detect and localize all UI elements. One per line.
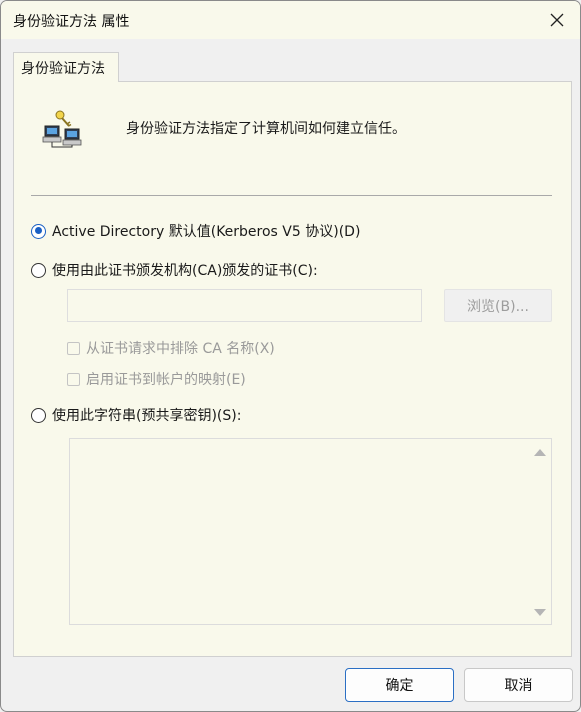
network-computers-key-icon (42, 110, 82, 148)
enable-mapping-checkbox[interactable] (67, 372, 80, 386)
close-button[interactable] (534, 1, 580, 39)
kerberos-option[interactable]: Active Directory 默认值(Kerberos V5 协议)(D) (31, 221, 360, 241)
scroll-down-arrow-icon[interactable] (534, 609, 546, 616)
kerberos-label: Active Directory 默认值(Kerberos V5 协议)(D) (52, 224, 361, 240)
scroll-up-arrow-icon[interactable] (534, 449, 546, 456)
enable-mapping-label: 启用证书到帐户的映射(E) (86, 372, 246, 388)
header-description: 身份验证方法指定了计算机间如何建立信任。 (126, 121, 406, 137)
psk-option[interactable]: 使用此字符串(预共享密钥)(S): (31, 405, 241, 425)
ok-button[interactable]: 确定 (345, 668, 454, 702)
ca-cert-radio[interactable] (31, 262, 46, 278)
cancel-button[interactable]: 取消 (464, 668, 573, 702)
ca-cert-label: 使用由此证书颁发机构(CA)颁发的证书(C): (52, 263, 318, 279)
exclude-ca-checkbox[interactable] (67, 341, 80, 355)
browse-label: 浏览(B)... (467, 298, 529, 315)
psk-textarea[interactable] (69, 438, 552, 625)
title-bar: 身份验证方法 属性 (1, 1, 580, 39)
window-title: 身份验证方法 属性 (13, 14, 130, 30)
browse-button[interactable]: 浏览(B)... (444, 289, 552, 322)
tab-authentication-method[interactable]: 身份验证方法 (13, 52, 119, 82)
separator (31, 195, 552, 196)
cancel-label: 取消 (504, 678, 533, 694)
ca-cert-input[interactable] (67, 289, 422, 322)
close-icon (550, 13, 564, 27)
ca-cert-option[interactable]: 使用由此证书颁发机构(CA)颁发的证书(C): (31, 260, 318, 280)
exclude-ca-label: 从证书请求中排除 CA 名称(X) (86, 341, 275, 357)
tab-panel: 身份验证方法指定了计算机间如何建立信任。 Active Directory 默认… (13, 81, 572, 657)
kerberos-radio[interactable] (31, 223, 46, 239)
tab-label: 身份验证方法 (21, 61, 105, 77)
properties-dialog: 身份验证方法 属性 身份验证方法 身份验证方法指定了计算机间如何建立信任。 Ac… (0, 0, 581, 712)
psk-radio[interactable] (31, 407, 46, 423)
ok-label: 确定 (385, 678, 414, 694)
exclude-ca-option[interactable]: 从证书请求中排除 CA 名称(X) (67, 338, 275, 358)
enable-mapping-option[interactable]: 启用证书到帐户的映射(E) (67, 369, 246, 389)
psk-label: 使用此字符串(预共享密钥)(S): (52, 408, 242, 424)
